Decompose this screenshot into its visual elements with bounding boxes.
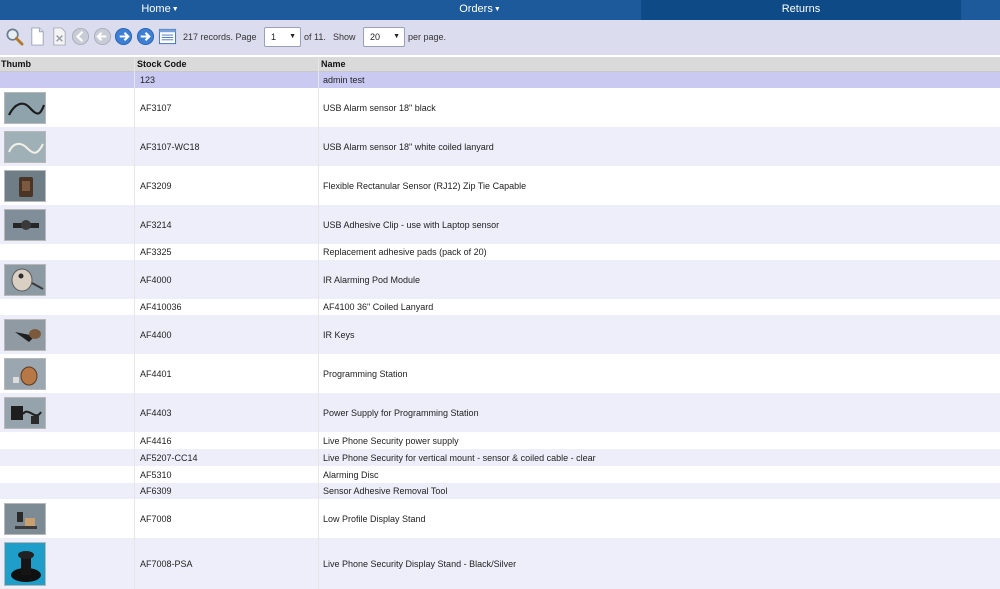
stock-code-cell: 123 <box>140 75 156 85</box>
product-thumbnail[interactable] <box>4 92 46 124</box>
table-row[interactable]: AF4403 Power Supply for Programming Stati… <box>0 393 1000 432</box>
table-row[interactable]: AF5207-CC14 Live Phone Security for verti… <box>0 449 1000 466</box>
product-name-cell: IR Alarming Pod Module <box>323 274 421 285</box>
records-count-text: 217 records. Page <box>183 32 257 42</box>
stock-code-cell: AF3107 <box>140 102 172 113</box>
table-row[interactable]: AF7008-PSA Live Phone Security Display St… <box>0 538 1000 589</box>
stock-code-cell: AF410036 <box>140 302 182 312</box>
column-header-thumb[interactable]: Thumb <box>1 57 31 71</box>
product-thumbnail[interactable] <box>4 209 46 241</box>
next-page-icon[interactable] <box>114 27 133 46</box>
stock-code-cell: AF4400 <box>140 329 172 340</box>
table-row[interactable]: AF6309 Sensor Adhesive Removal Tool <box>0 483 1000 499</box>
table-row[interactable]: AF4416 Live Phone Security power supply <box>0 432 1000 449</box>
stock-code-cell: AF3107-WC18 <box>140 141 200 152</box>
nav-returns[interactable]: Returns <box>641 0 961 20</box>
product-name-cell: IR Keys <box>323 329 355 340</box>
product-name-cell: USB Adhesive Clip - use with Laptop sens… <box>323 219 500 230</box>
stock-code-cell: AF3325 <box>140 247 172 257</box>
page-select-value: 1 <box>271 32 277 42</box>
product-name-cell: Live Phone Security power supply <box>323 435 459 446</box>
top-nav: Home▼ Orders▼ Returns <box>0 0 1000 20</box>
table-row[interactable]: AF3214 USB Adhesive Clip - use with Lapto… <box>0 205 1000 244</box>
delete-document-icon[interactable] <box>50 27 69 46</box>
per-page-select[interactable]: 20 ▼ <box>363 27 405 47</box>
stock-code-cell: AF7008-PSA <box>140 558 193 569</box>
chevron-down-icon: ▼ <box>393 33 400 40</box>
page-total-text: of 11. <box>304 32 326 42</box>
table-row[interactable]: AF5310 Alarming Disc <box>0 466 1000 483</box>
product-name-cell: Flexible Rectanular Sensor (RJ12) Zip Ti… <box>323 180 527 191</box>
product-name-cell: Live Phone Security Display Stand - Blac… <box>323 558 517 569</box>
product-thumbnail[interactable] <box>4 170 46 202</box>
column-header-name[interactable]: Name <box>321 57 346 71</box>
product-thumbnail[interactable] <box>4 397 46 429</box>
product-name-cell: Live Phone Security for vertical mount -… <box>323 452 596 463</box>
last-page-icon[interactable] <box>136 27 155 46</box>
stock-code-cell: AF3214 <box>140 219 172 230</box>
nav-returns-label: Returns <box>781 3 821 15</box>
table-header: Thumb Stock Code Name <box>0 57 1000 72</box>
nav-home[interactable]: Home▼ <box>0 0 320 20</box>
product-name-cell: USB Alarm sensor 18" white coiled lanyar… <box>323 141 494 152</box>
product-name-cell: Sensor Adhesive Removal Tool <box>323 486 448 496</box>
column-divider <box>134 57 135 589</box>
new-document-icon[interactable] <box>28 27 47 46</box>
product-name-cell: Programming Station <box>323 368 408 379</box>
table-row[interactable]: AF3107-WC18 USB Alarm sensor 18" white co… <box>0 127 1000 166</box>
product-thumbnail[interactable] <box>4 358 46 390</box>
product-thumbnail[interactable] <box>4 503 46 535</box>
nav-orders-label: Orders <box>459 3 493 15</box>
table-row[interactable]: 123 admin test <box>0 72 1000 88</box>
product-name-cell: Alarming Disc <box>323 469 379 480</box>
per-page-text: per page. <box>408 32 447 42</box>
stock-code-cell: AF3209 <box>140 180 172 191</box>
dropdown-caret-icon: ▼ <box>171 6 179 13</box>
product-name-cell: Replacement adhesive pads (pack of 20) <box>323 247 487 257</box>
column-header-stock-code[interactable]: Stock Code <box>137 57 187 71</box>
product-thumbnail[interactable] <box>4 131 46 163</box>
table-row[interactable]: AF3209 Flexible Rectanular Sensor (RJ12) … <box>0 166 1000 205</box>
product-name-cell: Power Supply for Programming Station <box>323 407 479 418</box>
nav-orders[interactable]: Orders▼ <box>320 0 640 20</box>
stock-code-cell: AF4416 <box>140 435 172 446</box>
table-row[interactable]: AF4400 IR Keys <box>0 315 1000 354</box>
first-page-icon[interactable] <box>71 27 90 46</box>
table-row[interactable]: AF3325 Replacement adhesive pads (pack of… <box>0 244 1000 260</box>
product-name-cell: admin test <box>323 75 365 85</box>
table-row[interactable]: AF4401 Programming Station <box>0 354 1000 393</box>
list-view-icon[interactable] <box>158 27 177 46</box>
stock-code-cell: AF5310 <box>140 469 172 480</box>
previous-page-icon[interactable] <box>93 27 112 46</box>
product-thumbnail[interactable] <box>4 542 46 586</box>
table-row[interactable]: AF4000 IR Alarming Pod Module <box>0 260 1000 299</box>
product-name-cell: AF4100 36" Coiled Lanyard <box>323 302 434 312</box>
search-icon[interactable] <box>5 27 24 46</box>
chevron-down-icon: ▼ <box>289 33 296 40</box>
stock-code-cell: AF6309 <box>140 486 172 496</box>
product-name-cell: Low Profile Display Stand <box>323 513 426 524</box>
table-row[interactable]: AF410036 AF4100 36" Coiled Lanyard <box>0 299 1000 315</box>
show-label: Show <box>333 32 356 42</box>
stock-code-cell: AF7008 <box>140 513 172 524</box>
dropdown-caret-icon: ▼ <box>493 6 501 13</box>
stock-code-cell: AF4000 <box>140 274 172 285</box>
product-thumbnail[interactable] <box>4 319 46 351</box>
product-thumbnail[interactable] <box>4 264 46 296</box>
stock-code-cell: AF4403 <box>140 407 172 418</box>
column-divider <box>318 57 319 589</box>
nav-home-label: Home <box>141 3 171 15</box>
stock-code-cell: AF5207-CC14 <box>140 452 198 463</box>
stock-code-cell: AF4401 <box>140 368 172 379</box>
per-page-select-value: 20 <box>370 32 381 42</box>
table-row[interactable]: AF3107 USB Alarm sensor 18" black <box>0 88 1000 127</box>
product-name-cell: USB Alarm sensor 18" black <box>323 102 436 113</box>
page-select[interactable]: 1 ▼ <box>264 27 301 47</box>
table-row[interactable]: AF7008 Low Profile Display Stand <box>0 499 1000 538</box>
